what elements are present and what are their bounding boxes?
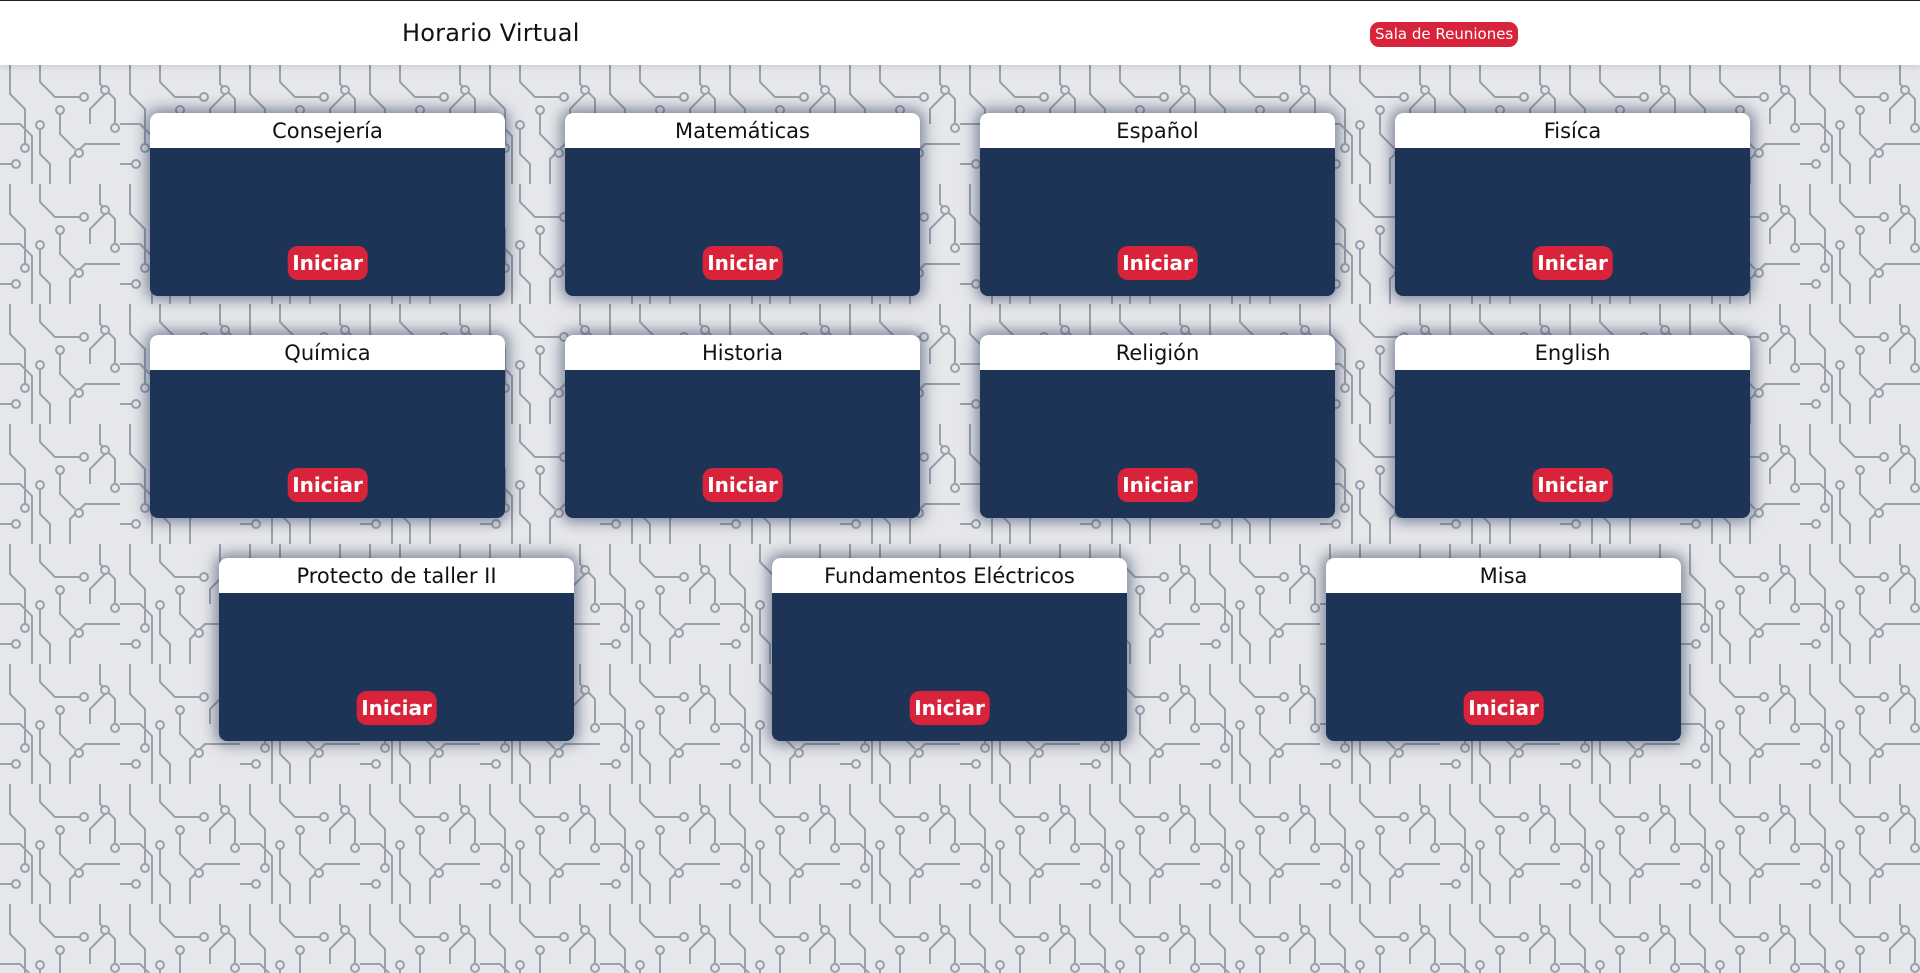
course-card-taller: Protecto de taller II Iniciar <box>219 558 574 741</box>
course-card-fisica: Fisíca Iniciar <box>1395 113 1750 296</box>
course-card-matematicas: Matemáticas Iniciar <box>565 113 920 296</box>
meeting-room-button[interactable]: Sala de Reuniones <box>1370 22 1519 47</box>
course-card-quimica: Química Iniciar <box>150 335 505 518</box>
start-button[interactable]: Iniciar <box>1532 468 1613 502</box>
start-button[interactable]: Iniciar <box>1532 246 1613 280</box>
course-card-english: English Iniciar <box>1395 335 1750 518</box>
course-title: Protecto de taller II <box>219 558 574 593</box>
course-title: Misa <box>1326 558 1681 593</box>
course-title: Consejería <box>150 113 505 148</box>
site-title: Horario Virtual <box>402 19 580 47</box>
start-button[interactable]: Iniciar <box>702 468 783 502</box>
course-card-consejeria: Consejería Iniciar <box>150 113 505 296</box>
course-card-historia: Historia Iniciar <box>565 335 920 518</box>
course-card-fundamentos: Fundamentos Eléctricos Iniciar <box>772 558 1127 741</box>
course-title: English <box>1395 335 1750 370</box>
course-title: Historia <box>565 335 920 370</box>
start-button[interactable]: Iniciar <box>287 246 368 280</box>
start-button[interactable]: Iniciar <box>909 691 990 725</box>
start-button[interactable]: Iniciar <box>1117 246 1198 280</box>
course-card-espanol: Español Iniciar <box>980 113 1335 296</box>
course-title: Fisíca <box>1395 113 1750 148</box>
course-card-misa: Misa Iniciar <box>1326 558 1681 741</box>
start-button[interactable]: Iniciar <box>287 468 368 502</box>
course-title: Religión <box>980 335 1335 370</box>
start-button[interactable]: Iniciar <box>356 691 437 725</box>
course-title: Español <box>980 113 1335 148</box>
start-button[interactable]: Iniciar <box>1117 468 1198 502</box>
course-title: Fundamentos Eléctricos <box>772 558 1127 593</box>
course-title: Química <box>150 335 505 370</box>
top-navbar: Horario Virtual Sala de Reuniones <box>0 0 1920 65</box>
start-button[interactable]: Iniciar <box>1463 691 1544 725</box>
course-card-religion: Religión Iniciar <box>980 335 1335 518</box>
course-title: Matemáticas <box>565 113 920 148</box>
start-button[interactable]: Iniciar <box>702 246 783 280</box>
